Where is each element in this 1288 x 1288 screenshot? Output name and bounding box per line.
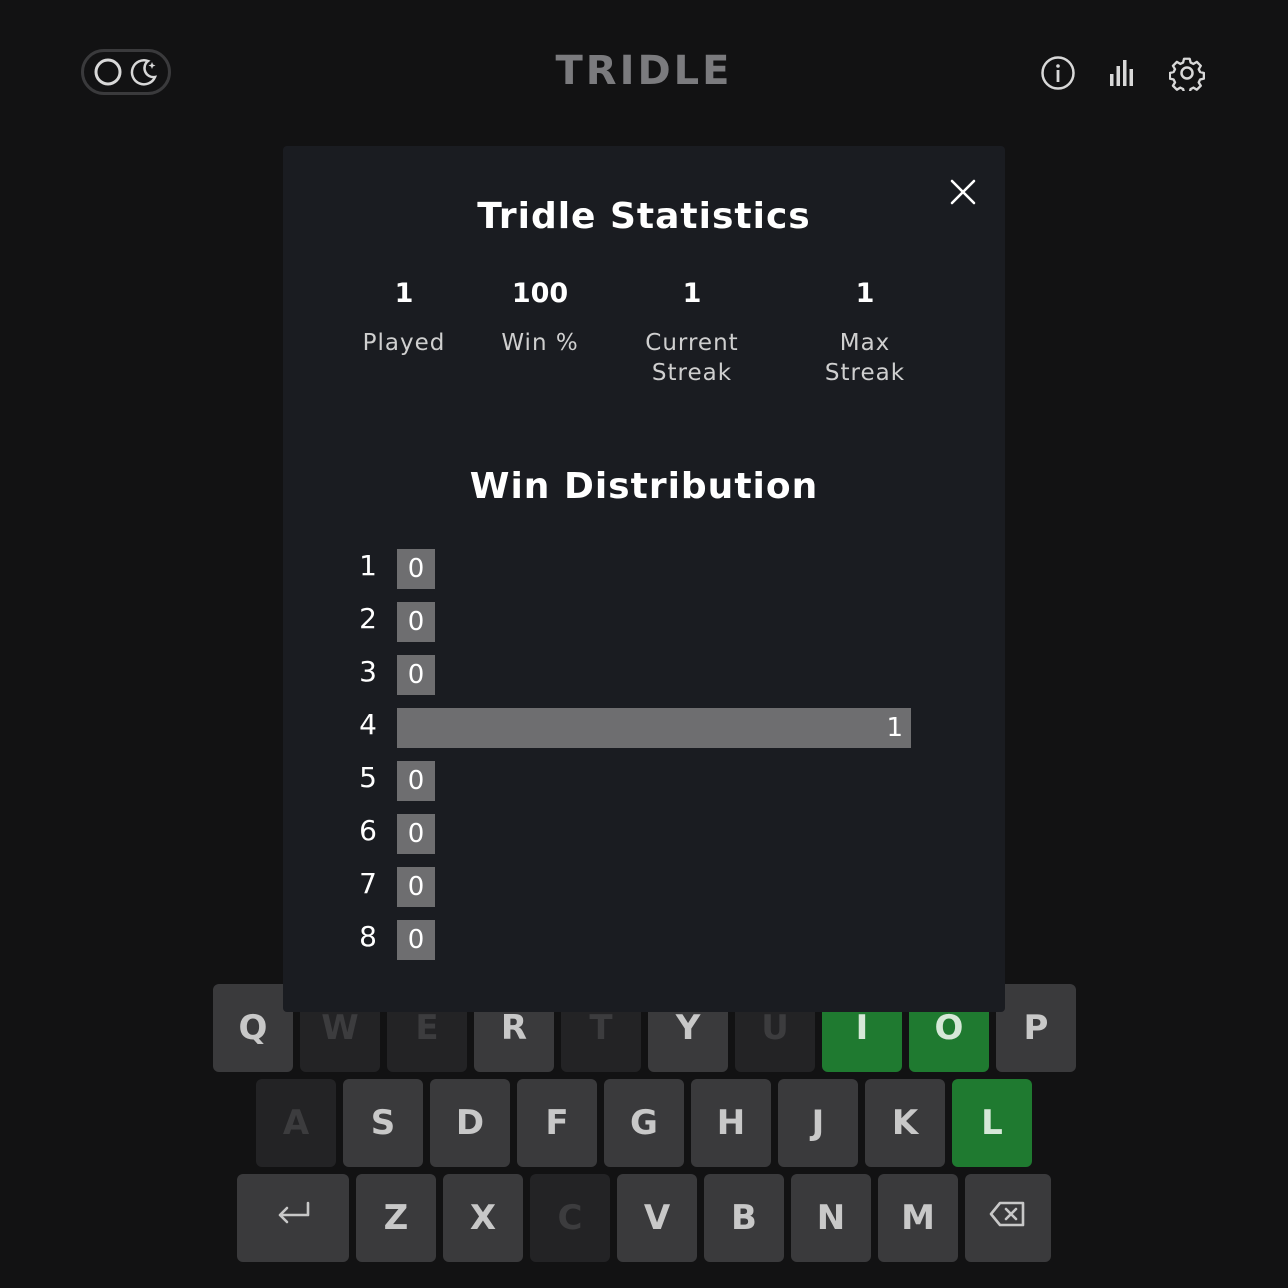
stat-value: 1 — [855, 278, 875, 309]
modal-title: Tridle Statistics — [477, 196, 811, 237]
key-m[interactable]: M — [878, 1174, 958, 1262]
guess-number: 7 — [359, 867, 377, 900]
key-k[interactable]: K — [865, 1079, 945, 1167]
key-b[interactable]: B — [704, 1174, 784, 1262]
guess-number: 1 — [359, 549, 377, 582]
guess-number: 4 — [359, 708, 377, 741]
distribution-row: 30 — [357, 652, 917, 695]
key-s[interactable]: S — [343, 1079, 423, 1167]
distribution-row: 50 — [357, 758, 917, 801]
guess-number: 5 — [359, 761, 377, 794]
stat-max-streak: 1 Max Streak — [790, 278, 940, 388]
distribution-bar: 0 — [397, 761, 435, 801]
distribution-bar: 0 — [397, 867, 435, 907]
key-x[interactable]: X — [443, 1174, 523, 1262]
stat-value: 1 — [682, 278, 702, 309]
key-q[interactable]: Q — [213, 984, 293, 1072]
distribution-row: 70 — [357, 864, 917, 907]
backspace-key[interactable] — [965, 1174, 1051, 1262]
guess-number: 3 — [359, 655, 377, 688]
key-p[interactable]: P — [996, 984, 1076, 1072]
stats-icon[interactable] — [1104, 54, 1142, 92]
stat-value: 1 — [394, 278, 414, 309]
stat-win-percent: 100 Win % — [465, 278, 615, 358]
key-v[interactable]: V — [617, 1174, 697, 1262]
stat-label: Current Streak — [645, 330, 739, 386]
distribution-row: 60 — [357, 811, 917, 854]
key-n[interactable]: N — [791, 1174, 871, 1262]
guess-number: 6 — [359, 814, 377, 847]
stat-played: 1 Played — [329, 278, 479, 358]
key-d[interactable]: D — [430, 1079, 510, 1167]
stat-label: Win % — [501, 330, 579, 356]
key-l[interactable]: L — [952, 1079, 1032, 1167]
key-h[interactable]: H — [691, 1079, 771, 1167]
distribution-bar: 0 — [397, 814, 435, 854]
enter-icon — [274, 1198, 312, 1238]
enter-key[interactable] — [237, 1174, 349, 1262]
distribution-bar: 0 — [397, 655, 435, 695]
info-icon[interactable] — [1039, 54, 1077, 92]
distribution-bar: 1 — [397, 708, 911, 748]
key-g[interactable]: G — [604, 1079, 684, 1167]
stat-label: Played — [362, 330, 446, 356]
distribution-row: 20 — [357, 599, 917, 642]
key-j[interactable]: J — [778, 1079, 858, 1167]
stat-current-streak: 1 Current Streak — [617, 278, 767, 388]
statistics-modal: Tridle Statistics 1 Played 100 Win % 1 C… — [283, 146, 1005, 1012]
stat-label: Max Streak — [824, 330, 906, 386]
guess-number: 8 — [359, 920, 377, 953]
app-title: TRIDLE — [555, 48, 733, 94]
distribution-bar: 0 — [397, 602, 435, 642]
distribution-title: Win Distribution — [469, 466, 819, 507]
distribution-row: 80 — [357, 917, 917, 960]
settings-icon[interactable] — [1168, 54, 1206, 92]
backspace-icon — [988, 1198, 1028, 1238]
distribution-bar: 0 — [397, 920, 435, 960]
distribution-row: 10 — [357, 546, 917, 589]
key-c[interactable]: C — [530, 1174, 610, 1262]
distribution-row: 41 — [357, 705, 917, 748]
guess-number: 2 — [359, 602, 377, 635]
stat-value: 100 — [511, 278, 569, 309]
key-a[interactable]: A — [256, 1079, 336, 1167]
distribution-bar: 0 — [397, 549, 435, 589]
key-z[interactable]: Z — [356, 1174, 436, 1262]
key-f[interactable]: F — [517, 1079, 597, 1167]
